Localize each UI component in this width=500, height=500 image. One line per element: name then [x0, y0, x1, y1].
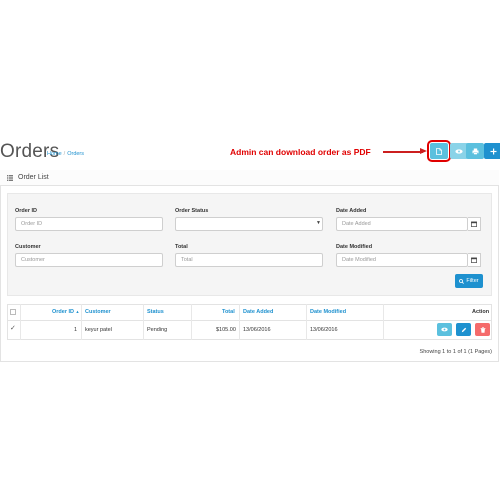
pagination-info: Showing 1 to 1 of 1 (1 Pages) [419, 349, 492, 355]
row-checkbox-checked[interactable]: ✓ [10, 324, 16, 332]
order-id-input[interactable]: Order ID [15, 217, 163, 231]
eye-icon [441, 327, 448, 332]
calendar-icon [471, 221, 477, 227]
column-header-status[interactable]: Status [147, 309, 164, 315]
column-divider [81, 304, 82, 340]
column-header-action: Action [472, 309, 490, 315]
sort-ascending-icon: ▲ [75, 309, 80, 314]
column-header-date-modified[interactable]: Date Modified [310, 309, 346, 315]
annotation-arrow-head [420, 148, 427, 154]
panel-title: Order List [18, 174, 49, 181]
order-id-label: Order ID [15, 208, 38, 214]
cell-date-modified: 13/06/2016 [310, 327, 338, 333]
annotation-arrow-line [383, 151, 423, 153]
breadcrumb: Home / Orders [47, 151, 84, 157]
search-icon [459, 278, 465, 284]
column-divider [306, 304, 307, 340]
date-added-input[interactable]: Date Added [336, 217, 468, 231]
column-header-total[interactable]: Total [222, 309, 235, 315]
pencil-icon [461, 327, 466, 332]
chevron-down-icon: ▼ [316, 220, 321, 226]
column-divider [383, 304, 384, 340]
file-icon [436, 147, 442, 155]
cell-total: $105.00 [216, 327, 236, 333]
total-label: Total [175, 244, 188, 250]
column-divider [239, 304, 240, 340]
date-added-calendar-button[interactable] [468, 217, 481, 231]
eye-icon [455, 148, 463, 154]
cell-customer: keyur patel [85, 327, 112, 333]
add-new-button[interactable] [484, 143, 500, 159]
cell-date-added: 13/06/2016 [243, 327, 271, 333]
breadcrumb-home[interactable]: Home [47, 151, 62, 157]
table-header-divider [7, 320, 492, 321]
filter-button-label: Filter [466, 278, 479, 284]
date-added-label: Date Added [336, 208, 367, 214]
order-status-select[interactable] [175, 217, 323, 231]
filter-button[interactable]: Filter [455, 274, 483, 288]
column-header-customer[interactable]: Customer [85, 309, 111, 315]
trash-icon [480, 326, 485, 333]
customer-label: Customer [15, 244, 41, 250]
print-invoice-button[interactable] [466, 143, 484, 159]
customer-input[interactable]: Customer [15, 253, 163, 267]
download-pdf-button[interactable] [427, 140, 451, 162]
column-divider [20, 304, 21, 340]
plus-icon [490, 148, 496, 154]
date-modified-input[interactable]: Date Modified [336, 253, 468, 267]
column-header-order-id[interactable]: Order ID ▲ [52, 309, 80, 315]
cell-status: Pending [147, 327, 168, 333]
list-icon [7, 175, 13, 181]
breadcrumb-current[interactable]: Orders [67, 151, 84, 157]
column-header-date-added[interactable]: Date Added [243, 309, 273, 315]
total-input[interactable]: Total [175, 253, 323, 267]
column-divider [191, 304, 192, 340]
calendar-icon [471, 257, 477, 263]
order-status-label: Order Status [175, 208, 209, 214]
annotation-text: Admin can download order as PDF [230, 147, 371, 157]
date-modified-calendar-button[interactable] [468, 253, 481, 267]
panel-heading [0, 170, 499, 186]
breadcrumb-separator: / [63, 151, 66, 157]
print-icon [472, 148, 478, 155]
select-all-checkbox[interactable] [10, 309, 16, 315]
cell-order-id: 1 [74, 327, 78, 333]
row-delete-button[interactable] [475, 323, 490, 336]
row-edit-button[interactable] [456, 323, 471, 336]
date-modified-label: Date Modified [336, 244, 373, 250]
row-view-button[interactable] [437, 323, 452, 336]
column-divider [143, 304, 144, 340]
filter-section [7, 193, 492, 296]
